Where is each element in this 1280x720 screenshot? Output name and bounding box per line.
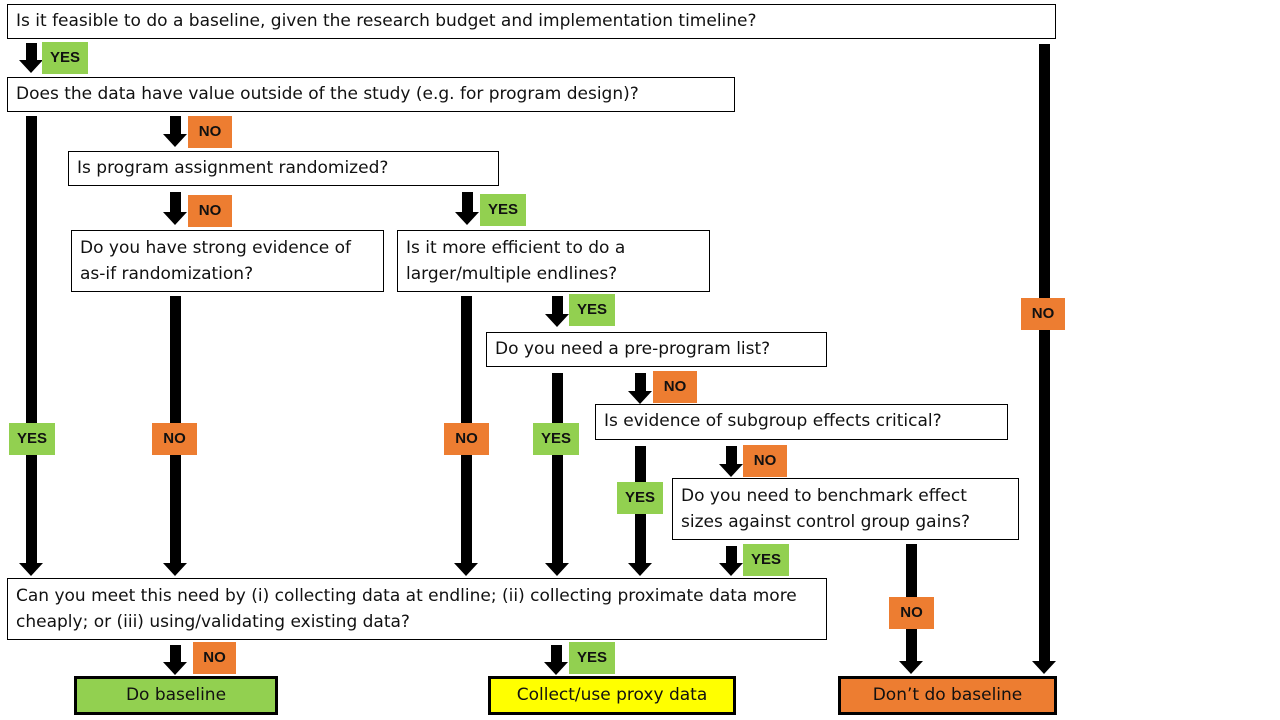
question-text: Is program assignment randomized?	[77, 158, 389, 178]
outcome-dont-baseline: Don’t do baseline	[838, 676, 1057, 715]
branch-label-yes: YES	[569, 294, 615, 326]
arrow-down-icon	[19, 563, 43, 576]
question-text: Can you meet this need by (i) collecting…	[16, 586, 797, 632]
question-feasible: Is it feasible to do a baseline, given t…	[7, 4, 1056, 39]
arrow-down-icon	[455, 212, 479, 225]
question-text: Do you need a pre-program list?	[495, 339, 771, 359]
branch-label-yes: YES	[617, 482, 663, 514]
arrow-shaft	[26, 116, 37, 563]
question-randomized: Is program assignment randomized?	[68, 151, 499, 186]
arrow-down-icon	[719, 563, 743, 576]
arrow-shaft	[170, 116, 181, 134]
arrow-shaft	[552, 296, 563, 314]
arrow-down-icon	[545, 563, 569, 576]
branch-label-no: NO	[743, 445, 787, 477]
arrow-down-icon	[454, 563, 478, 576]
branch-label-yes: YES	[743, 544, 789, 576]
arrow-down-icon	[628, 391, 652, 404]
arrow-shaft	[170, 192, 181, 212]
arrow-shaft	[552, 373, 563, 563]
question-text: Is it feasible to do a baseline, given t…	[16, 11, 757, 31]
outcome-text: Don’t do baseline	[872, 685, 1023, 705]
question-subgroup-effects: Is evidence of subgroup effects critical…	[595, 404, 1008, 440]
arrow-shaft	[551, 645, 562, 662]
outcome-do-baseline: Do baseline	[74, 676, 278, 715]
question-pre-program-list: Do you need a pre-program list?	[486, 332, 827, 367]
branch-label-yes: YES	[42, 42, 88, 74]
branch-label-no: NO	[653, 371, 697, 403]
arrow-down-icon	[19, 60, 43, 73]
question-text: Do you need to benchmark effect sizes ag…	[681, 486, 970, 532]
question-text: Does the data have value outside of the …	[16, 84, 639, 104]
branch-label-no: NO	[188, 195, 232, 227]
question-text: Is it more efficient to do a larger/mult…	[406, 238, 626, 284]
branch-label-yes: YES	[533, 423, 579, 455]
branch-label-no: NO	[188, 116, 232, 148]
branch-label-no: NO	[152, 423, 197, 455]
branch-label-no: NO	[889, 597, 934, 629]
question-meet-need: Can you meet this need by (i) collecting…	[7, 578, 827, 640]
arrow-down-icon	[628, 563, 652, 576]
arrow-down-icon	[163, 212, 187, 225]
question-text: Is evidence of subgroup effects critical…	[604, 411, 942, 431]
arrow-shaft	[635, 373, 646, 391]
arrow-down-icon	[163, 134, 187, 147]
branch-label-yes: YES	[9, 423, 55, 455]
arrow-down-icon	[719, 464, 743, 477]
outcome-text: Collect/use proxy data	[516, 685, 708, 705]
branch-label-yes: YES	[569, 642, 615, 674]
arrow-shaft	[726, 546, 737, 563]
arrow-down-icon	[1032, 661, 1056, 674]
arrow-shaft	[462, 192, 473, 212]
question-text: Do you have strong evidence of as-if ran…	[80, 238, 352, 284]
question-benchmark: Do you need to benchmark effect sizes ag…	[672, 478, 1019, 540]
outcome-text: Do baseline	[125, 685, 227, 705]
arrow-shaft	[170, 645, 181, 662]
branch-label-no: NO	[193, 642, 236, 674]
arrow-down-icon	[163, 662, 187, 675]
arrow-down-icon	[163, 563, 187, 576]
branch-label-no: NO	[1021, 298, 1065, 330]
branch-label-no: NO	[444, 423, 489, 455]
arrow-shaft	[26, 43, 37, 60]
question-more-endlines: Is it more efficient to do a larger/mult…	[397, 230, 710, 292]
arrow-down-icon	[899, 661, 923, 674]
outcome-proxy-data: Collect/use proxy data	[488, 676, 736, 715]
arrow-down-icon	[544, 662, 568, 675]
arrow-down-icon	[545, 314, 569, 327]
branch-label-yes: YES	[480, 194, 526, 226]
arrow-shaft	[726, 446, 737, 464]
question-data-value: Does the data have value outside of the …	[7, 77, 735, 112]
question-as-if-randomization: Do you have strong evidence of as-if ran…	[71, 230, 384, 292]
arrow-shaft	[1039, 44, 1050, 661]
